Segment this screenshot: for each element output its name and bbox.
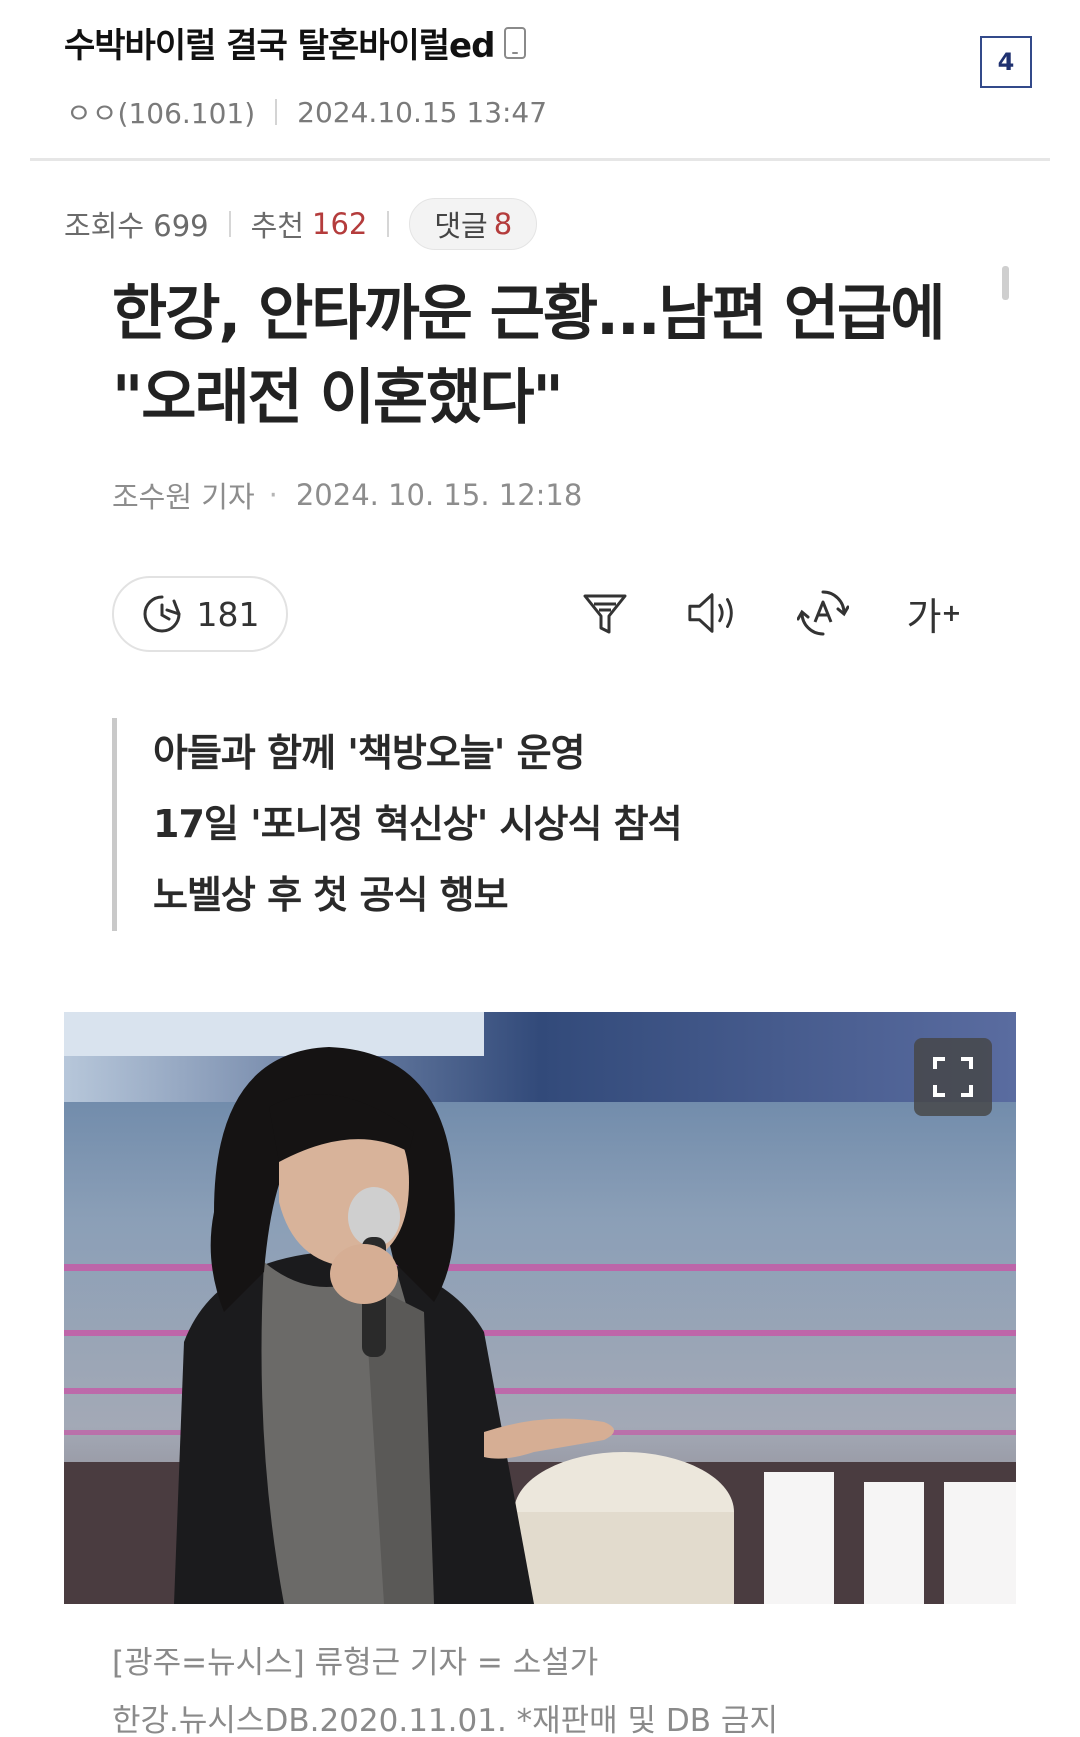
speaker-icon <box>688 593 733 633</box>
translate-button[interactable] <box>796 586 850 640</box>
summary-item: 노벨상 후 첫 공식 행보 <box>153 873 509 917</box>
post-author[interactable]: ㅇㅇ(106.101) <box>66 92 255 132</box>
article-byline: 조수원 기자 · 2024. 10. 15. 12:18 <box>112 474 582 516</box>
font-size-label: 가 <box>906 594 942 639</box>
reply-label: 댓글 <box>434 209 488 243</box>
caption-line: [광주=뉴시스] 류형근 기자 = 소설가 <box>112 1645 599 1681</box>
caption-line: 한강.뉴시스DB.2020.11.01. *재판매 및 DB 금지 <box>112 1703 778 1737</box>
article-datetime: 2024. 10. 15. 12:18 <box>295 478 583 512</box>
mobile-phone-icon <box>504 26 527 59</box>
reply-button[interactable]: 댓글 8 <box>409 198 538 250</box>
summary-filter-icon <box>583 594 627 634</box>
scrollbar-thumb[interactable] <box>1002 266 1009 300</box>
recommend-label: 추천 <box>250 209 304 243</box>
recommend-count: 162 <box>312 207 368 241</box>
photo-caption: [광주=뉴시스] 류형근 기자 = 소설가 한강.뉴시스DB.2020.11.0… <box>112 1634 972 1737</box>
listen-button[interactable] <box>686 586 740 640</box>
byline-dot: · <box>268 478 278 512</box>
comment-count-box[interactable]: 4 <box>980 36 1032 88</box>
header-divider <box>30 158 1050 161</box>
view-count: 조회수 699 <box>64 209 209 243</box>
stats-divider <box>387 211 390 237</box>
article-photo[interactable] <box>64 1012 1016 1604</box>
reply-count: 8 <box>493 207 513 241</box>
post-stats: 조회수 699 추천 162 댓글 8 <box>64 198 538 250</box>
article-summary: 아들과 함께 '책방오늘' 운영 17일 '포니정 혁신상' 시상식 참석 노벨… <box>112 718 812 931</box>
meta-divider <box>275 99 278 125</box>
font-size-plus: + <box>941 599 962 627</box>
comment-count-value: 4 <box>997 48 1015 76</box>
clock-icon <box>143 595 180 633</box>
read-time-value: 181 <box>196 594 260 634</box>
summary-button[interactable] <box>578 586 632 640</box>
photo-illustration <box>64 1012 1016 1604</box>
headline-line: 한강, 안타까운 근황...남편 언급에 <box>112 279 945 349</box>
post-title-text: 수박바이럴 결국 탈혼바이럴ed <box>64 26 495 66</box>
font-size-button[interactable]: 가 + <box>898 586 970 640</box>
headline-line: "오래전 이혼했다" <box>112 363 564 433</box>
translate-icon <box>797 590 849 636</box>
stats-divider <box>228 211 231 237</box>
summary-item: 17일 '포니정 혁신상' 시상식 참석 <box>153 802 683 846</box>
post-datetime: 2024.10.15 13:47 <box>297 95 548 129</box>
read-time-button[interactable]: 181 <box>112 576 288 652</box>
summary-item: 아들과 함께 '책방오늘' 운영 <box>153 731 586 775</box>
post-title: 수박바이럴 결국 탈혼바이럴ed <box>64 18 964 67</box>
reporter-name[interactable]: 조수원 기자 <box>112 474 255 516</box>
post-meta: ㅇㅇ(106.101) 2024.10.15 13:47 <box>66 92 547 132</box>
article-headline: 한강, 안타까운 근황...남편 언급에 "오래전 이혼했다" <box>112 272 972 440</box>
expand-photo-button[interactable] <box>914 1038 992 1116</box>
expand-icon <box>933 1057 973 1097</box>
